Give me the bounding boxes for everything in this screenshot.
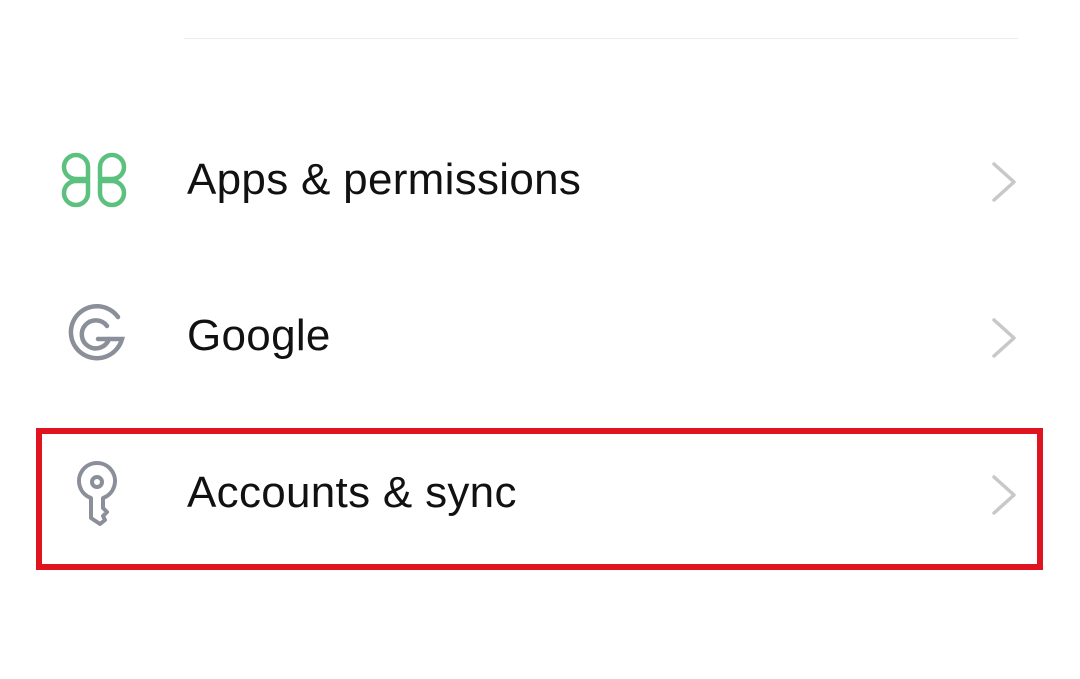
settings-item-label: Google — [187, 311, 331, 360]
section-divider — [184, 38, 1018, 39]
chevron-right-icon — [988, 160, 1020, 204]
settings-item-label: Apps & permissions — [187, 155, 582, 204]
chevron-right-icon — [988, 473, 1020, 517]
settings-item-google[interactable]: Google — [0, 261, 1080, 411]
google-g-icon — [60, 303, 132, 369]
settings-item-label: Accounts & sync — [187, 468, 517, 517]
chevron-right-icon — [988, 316, 1020, 360]
settings-item-apps-permissions[interactable]: Apps & permissions — [0, 105, 1080, 255]
apps-grid-icon — [60, 147, 132, 213]
key-icon — [60, 460, 132, 526]
settings-item-accounts-sync[interactable]: Accounts & sync — [0, 418, 1080, 568]
